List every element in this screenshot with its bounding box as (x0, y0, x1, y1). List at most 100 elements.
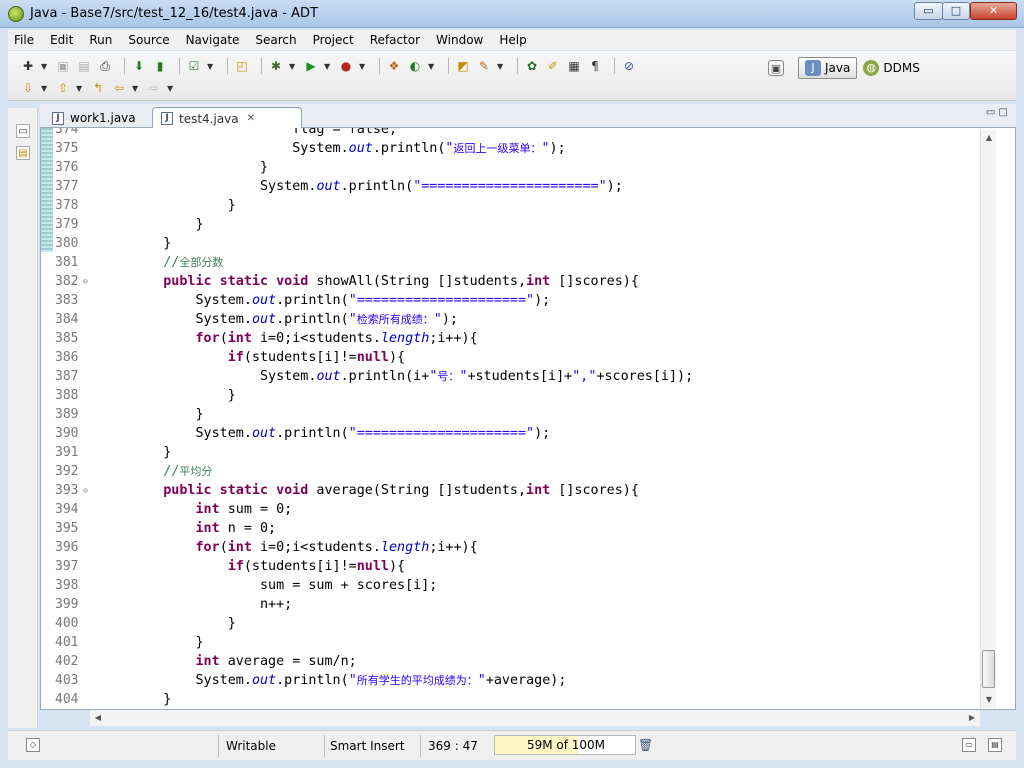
code-line[interactable]: System.out.println("返回上一级菜单："); (131, 139, 565, 158)
perspective-ddms-button[interactable]: ◍ DDMS (857, 57, 925, 79)
back-icon[interactable]: ⇦ (111, 80, 127, 96)
lint-check-icon[interactable]: ☑ (186, 58, 202, 74)
package-explorer-icon[interactable]: ▤ (16, 146, 30, 160)
toggle-mark-occurrences-icon[interactable]: ✿ (524, 58, 540, 74)
menu-search[interactable]: Search (255, 33, 296, 47)
code-line[interactable]: } (131, 405, 203, 424)
external-tools-icon[interactable]: ● (338, 58, 354, 74)
tab-test4-java[interactable]: J test4.java ✕ (152, 107, 302, 129)
code-line[interactable]: int n = 0; (131, 519, 277, 538)
code-line[interactable]: flag = false; (131, 128, 397, 139)
code-line[interactable]: //全部分数 (131, 253, 223, 272)
menu-edit[interactable]: Edit (50, 33, 73, 47)
restore-view-icon[interactable]: ▭ (16, 124, 30, 138)
menu-navigate[interactable]: Navigate (186, 33, 240, 47)
toggle-block-selection-icon[interactable]: ▦ (566, 58, 582, 74)
code-line[interactable]: System.out.println(i+"号："+students[i]+",… (131, 367, 693, 386)
scroll-left-arrow-icon[interactable]: ◀ (90, 710, 106, 726)
code-line[interactable]: } (131, 215, 203, 234)
code-line[interactable]: int sum = 0; (131, 500, 293, 519)
code-line[interactable]: } (131, 690, 171, 709)
next-annotation-dropdown-icon[interactable]: ▼ (41, 84, 49, 93)
run-dropdown-icon[interactable]: ▼ (324, 62, 332, 71)
code-line[interactable]: if(students[i]!=null){ (131, 348, 405, 367)
open-type-icon[interactable]: ◩ (455, 58, 471, 74)
code-line[interactable]: sum = sum + scores[i]; (131, 576, 437, 595)
forward-icon[interactable]: ⇨ (146, 80, 162, 96)
android-sdk-manager-icon[interactable]: ⬇ (131, 58, 147, 74)
back-dropdown-icon[interactable]: ▼ (132, 84, 140, 93)
previous-annotation-icon[interactable]: ⇧ (55, 80, 71, 96)
heap-status[interactable]: 59M of 100M (494, 735, 636, 755)
menu-refactor[interactable]: Refactor (370, 33, 420, 47)
fast-view-icon[interactable]: ◇ (26, 738, 40, 752)
code-line[interactable]: } (131, 443, 171, 462)
console-view-icon[interactable]: ▤ (988, 738, 1002, 752)
editor-minimize-maximize[interactable]: ▭ □ (986, 107, 1008, 118)
code-line[interactable]: System.out.println("所有学生的平均成绩为："+average… (131, 671, 566, 690)
code-line[interactable]: } (131, 614, 236, 633)
previous-annotation-dropdown-icon[interactable]: ▼ (76, 84, 84, 93)
search-dropdown-icon[interactable]: ▼ (497, 62, 505, 71)
code-line[interactable]: } (131, 234, 171, 253)
lint-dropdown-icon[interactable]: ▼ (207, 62, 215, 71)
android-avd-manager-icon[interactable]: ▮ (152, 58, 168, 74)
code-line[interactable]: } (131, 633, 203, 652)
minimize-button[interactable]: ▭ (914, 2, 943, 20)
menu-window[interactable]: Window (436, 33, 483, 47)
save-all-icon[interactable]: ▤ (76, 58, 92, 74)
new-dropdown-icon[interactable]: ▼ (41, 62, 49, 71)
code-line[interactable]: System.out.println("====================… (131, 424, 550, 443)
restore-view-icon[interactable]: ▭ (962, 738, 976, 752)
new-java-package-icon[interactable]: ❖ (386, 58, 402, 74)
menu-run[interactable]: Run (89, 33, 112, 47)
run-garbage-collector-icon[interactable]: 🗑 (638, 737, 653, 753)
new-icon[interactable]: ✚ (20, 58, 36, 74)
code-line[interactable]: for(int i=0;i<students.length;i++){ (131, 538, 478, 557)
code-line[interactable]: System.out.println("检索所有成绩："); (131, 310, 457, 329)
code-text-area[interactable]: flag = false; System.out.println("返回上一级菜… (131, 128, 981, 709)
fold-collapse-icon[interactable]: ⊖ (83, 272, 88, 291)
menu-project[interactable]: Project (313, 33, 354, 47)
next-annotation-icon[interactable]: ⇩ (20, 80, 36, 96)
new-android-project-icon[interactable]: ◰ (234, 58, 250, 74)
vertical-scroll-thumb[interactable] (982, 650, 995, 688)
print-icon[interactable]: ⎙ (97, 58, 113, 74)
scroll-down-arrow-icon[interactable]: ▼ (981, 692, 997, 708)
code-line[interactable]: int average = sum/n; (131, 652, 357, 671)
code-line[interactable]: //平均分 (131, 462, 212, 481)
perspective-java-button[interactable]: J Java (798, 57, 858, 79)
open-perspective-icon[interactable]: ▣ (768, 60, 784, 76)
debug-dropdown-icon[interactable]: ▼ (289, 62, 297, 71)
code-line[interactable]: System.out.println("====================… (131, 291, 550, 310)
debug-icon[interactable]: ✱ (268, 58, 284, 74)
code-line[interactable]: } (131, 196, 236, 215)
maximize-button[interactable]: □ (942, 2, 970, 20)
code-line[interactable]: public static void average(String []stud… (131, 481, 639, 500)
code-line[interactable]: n++; (131, 595, 292, 614)
code-line[interactable]: } (131, 158, 268, 177)
code-line[interactable]: public static void showAll(String []stud… (131, 272, 639, 291)
close-button[interactable]: ✕ (970, 2, 1017, 20)
code-line[interactable]: for(int i=0;i<students.length;i++){ (131, 329, 478, 348)
new-java-class-icon[interactable]: ◐ (407, 58, 423, 74)
menu-file[interactable]: File (14, 33, 34, 47)
new-class-dropdown-icon[interactable]: ▼ (428, 62, 436, 71)
run-icon[interactable]: ▶ (303, 58, 319, 74)
save-icon[interactable]: ▣ (55, 58, 71, 74)
code-line[interactable]: if(students[i]!=null){ (131, 557, 405, 576)
code-line[interactable]: System.out.println("====================… (131, 177, 623, 196)
external-tools-dropdown-icon[interactable]: ▼ (359, 62, 367, 71)
vertical-scrollbar[interactable]: ▲ ▼ (980, 130, 996, 708)
code-editor[interactable]: 374 375 376 377 378 379 380 381 382 ⊖ 383 384 385 386… (40, 128, 1016, 710)
toggle-highlight-icon[interactable]: ✐ (545, 58, 561, 74)
menu-help[interactable]: Help (499, 33, 526, 47)
last-edit-location-icon[interactable]: ↰ (90, 80, 106, 96)
close-tab-icon[interactable]: ✕ (247, 113, 255, 124)
menu-source[interactable]: Source (128, 33, 169, 47)
skip-breakpoints-icon[interactable]: ⊘ (621, 58, 637, 74)
scroll-up-arrow-icon[interactable]: ▲ (981, 130, 997, 146)
code-line[interactable]: } (131, 386, 236, 405)
fold-collapse-icon[interactable]: ⊖ (83, 481, 88, 500)
scroll-right-arrow-icon[interactable]: ▶ (964, 710, 980, 726)
